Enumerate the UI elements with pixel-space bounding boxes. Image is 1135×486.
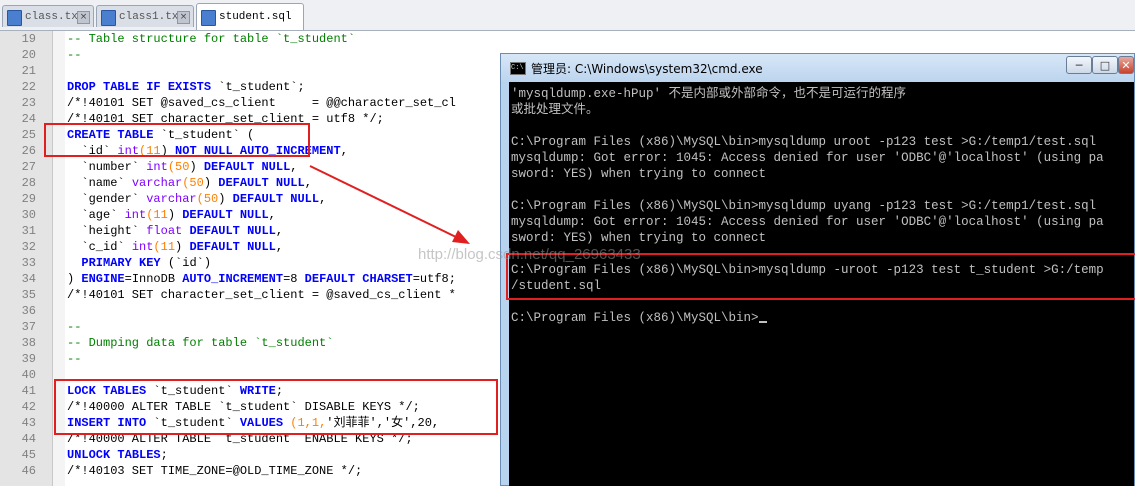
annotation-arrow [309, 165, 470, 244]
watermark: http://blog.csdn.net/qq_26963433 [418, 246, 641, 263]
